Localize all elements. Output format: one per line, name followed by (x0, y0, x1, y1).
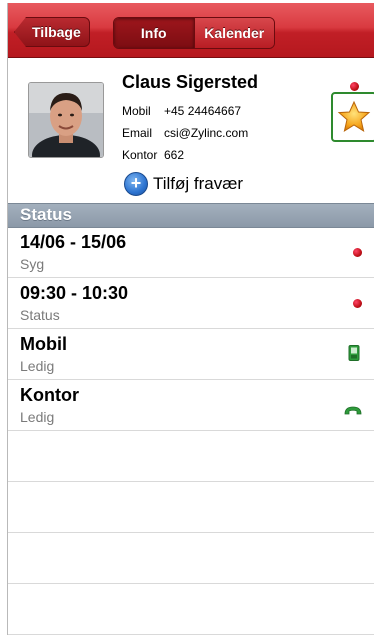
favorite-button[interactable] (331, 92, 374, 142)
back-button-label: Tilbage (32, 24, 81, 40)
presence-status-dot (350, 82, 359, 91)
star-icon (337, 100, 371, 133)
phone-handset-icon (344, 406, 362, 415)
busy-status-dot (353, 248, 362, 257)
list-item-title: Kontor (20, 385, 79, 405)
add-absence-button[interactable]: + Tilføj fravær (124, 172, 243, 196)
office-row[interactable]: Kontor 662 (122, 148, 184, 162)
list-item[interactable]: Kontor Ledig (8, 380, 374, 431)
plus-icon: + (124, 172, 148, 196)
empty-list-row (8, 431, 374, 482)
list-item-subtitle: Status (20, 307, 60, 323)
app-window: Tilbage Info Kalender Claus Sigersted Mo… (7, 3, 374, 635)
list-item[interactable]: 09:30 - 10:30 Status (8, 278, 374, 329)
list-item[interactable]: 14/06 - 15/06 Syg (8, 227, 374, 278)
back-button[interactable]: Tilbage (14, 17, 90, 47)
empty-list-row (8, 584, 374, 635)
contact-name: Claus Sigersted (122, 72, 259, 92)
view-segmented-control: Info Kalender (113, 17, 275, 49)
empty-list-row (8, 533, 374, 584)
mobile-row[interactable]: Mobil +45 24464667 (122, 104, 241, 118)
status-section-title: Status (20, 205, 72, 224)
navigation-bar: Tilbage Info Kalender (8, 3, 374, 58)
tab-info[interactable]: Info (114, 18, 194, 48)
mobile-label: Mobil (122, 104, 151, 118)
email-label: Email (122, 126, 153, 140)
list-item[interactable]: Mobil Ledig (8, 329, 374, 380)
mobile-phone-icon (348, 345, 360, 361)
list-item-title: Mobil (20, 334, 67, 354)
list-item-subtitle: Syg (20, 256, 45, 272)
status-list: 14/06 - 15/06 Syg 09:30 - 10:30 Status M… (8, 227, 374, 635)
email-row[interactable]: Email csi@Zylinc.com (122, 126, 248, 140)
office-value[interactable]: 662 (164, 148, 184, 162)
contact-card: Claus Sigersted Mobil +45 24464667 Email c… (8, 58, 374, 203)
mobile-value[interactable]: +45 24464667 (164, 104, 241, 118)
tab-calendar[interactable]: Kalender (193, 18, 274, 48)
busy-status-dot (353, 299, 362, 308)
list-item-subtitle: Ledig (20, 358, 55, 374)
avatar (28, 82, 104, 158)
status-section-header: Status (8, 203, 374, 228)
list-item-subtitle: Ledig (20, 409, 55, 425)
add-absence-label: Tilføj fravær (153, 174, 244, 193)
list-item-title: 09:30 - 10:30 (20, 283, 129, 303)
office-label: Kontor (122, 148, 158, 162)
avatar-photo (29, 83, 103, 157)
list-item-title: 14/06 - 15/06 (20, 232, 127, 252)
email-value[interactable]: csi@Zylinc.com (164, 126, 248, 140)
empty-list-row (8, 482, 374, 533)
